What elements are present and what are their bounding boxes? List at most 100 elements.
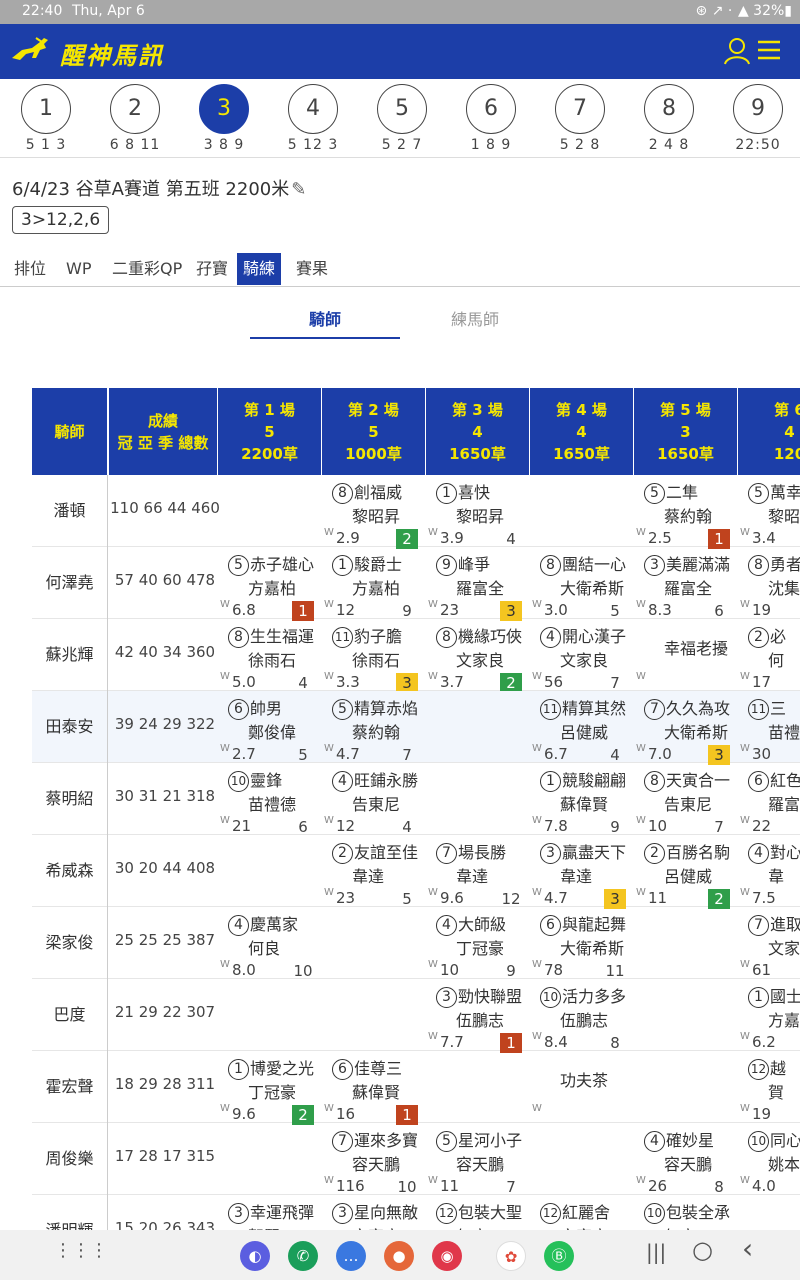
- ride-cell[interactable]: 1 競駿翩翩 蘇偉賢 W 7.8 9: [530, 765, 634, 836]
- ride-cell[interactable]: 12包裝大聖何良W: [426, 1197, 530, 1230]
- ride-cell[interactable]: 6 帥男 鄭俊偉 W 2.7 5: [218, 693, 322, 764]
- ride-cell[interactable]: 8 機緣巧俠 文家良 W 3.7 2: [426, 621, 530, 693]
- ride-cell[interactable]: 12紅麗舍文家良W: [530, 1197, 634, 1230]
- contacts-app-icon[interactable]: ●: [384, 1241, 414, 1271]
- race-number: 7: [555, 84, 605, 134]
- horse-logo-icon: [10, 36, 54, 73]
- ride-cell[interactable]: 10 靈鋒 苗禮德 W 21 6: [218, 765, 322, 836]
- whatsapp-app-icon[interactable]: Ⓑ: [544, 1241, 574, 1271]
- ride-cell[interactable]: 幸福老擾 W: [634, 621, 738, 691]
- ride-cell[interactable]: 8 生生福運 徐雨石 W 5.0 4: [218, 621, 322, 692]
- ride-cell[interactable]: 5 萬幸 黎昭 W 3.4: [738, 477, 800, 547]
- tab-0[interactable]: 排位: [8, 253, 52, 285]
- ride-cell[interactable]: 10包裝全承何良W: [634, 1197, 738, 1230]
- ride-cell[interactable]: 12 越賀 W 19: [738, 1053, 800, 1123]
- race-button-5[interactable]: 5 5 2 7: [360, 84, 444, 153]
- recents-button[interactable]: |||: [646, 1240, 666, 1264]
- messages-app-icon[interactable]: …: [336, 1241, 366, 1271]
- ride-cell[interactable]: 功夫茶 W: [530, 1053, 634, 1123]
- user-icon[interactable]: [724, 37, 750, 65]
- win-odds: 17: [752, 673, 772, 691]
- ride-cell[interactable]: 4 開心漢子 文家良 W 56 7: [530, 621, 634, 692]
- ride-cell[interactable]: 7 場長勝 韋達 W 9.6 12: [426, 837, 530, 908]
- ride-cell[interactable]: 3 贏盡天下 韋達 W 4.7 3: [530, 837, 634, 909]
- ride-cell[interactable]: 2 友誼至佳 韋達 W 23 5: [322, 837, 426, 908]
- ride-cell[interactable]: 1 國士 方嘉 W 6.2: [738, 981, 800, 1051]
- race-button-3[interactable]: 3 3 8 9: [182, 84, 266, 153]
- race-button-2[interactable]: 2 6 8 11: [93, 84, 177, 153]
- race-button-1[interactable]: 1 5 1 3: [4, 84, 88, 153]
- camera-app-icon[interactable]: ◉: [432, 1241, 462, 1271]
- back-button[interactable]: ‹: [742, 1232, 753, 1265]
- ride-cell[interactable]: 8 天寅合一 告東尼 W 10 7: [634, 765, 738, 836]
- ride-cell[interactable]: 1 駿爵士 方嘉柏 W 12 9: [322, 549, 426, 620]
- ride-cell[interactable]: 6 與龍起舞 大衛希斯 W 78 11: [530, 909, 634, 980]
- ride-cell[interactable]: 7 進取 文家 W 61: [738, 909, 800, 979]
- race-button-9[interactable]: 9 22:50: [716, 84, 800, 153]
- race-button-4[interactable]: 4 5 12 3: [271, 84, 355, 153]
- ride-cell[interactable]: 1 喜快 黎昭昇 W 3.9 4: [426, 477, 530, 548]
- horse-number: 11: [540, 699, 561, 720]
- race-number: 4: [288, 84, 338, 134]
- tab-4[interactable]: 騎練: [237, 253, 282, 285]
- ride-cell[interactable]: 2 必何 W 17: [738, 621, 800, 691]
- ride-cell[interactable]: 2 百勝名駒 呂健威 W 11 2: [634, 837, 738, 909]
- ride-cell[interactable]: 4 慶萬家 何良 W 8.0 10: [218, 909, 322, 980]
- ride-cell[interactable]: 8 勇者 沈集 W 19: [738, 549, 800, 619]
- ride-cell[interactable]: 3 勁快聯盟 伍鵬志 W 7.7 1: [426, 981, 530, 1053]
- win-odds: 19: [752, 601, 772, 619]
- ride-cell[interactable]: 4 確妙星 容天鵬 W 26 8: [634, 1125, 738, 1196]
- ride-cell[interactable]: 5 精算赤焰 蔡約翰 W 4.7 7: [322, 693, 426, 764]
- subtab-jockey[interactable]: 騎師: [250, 306, 400, 330]
- ride-cell[interactable]: 3星向無敵文家良W: [322, 1197, 426, 1230]
- win-odds-label: W: [428, 599, 438, 610]
- photos-app-icon[interactable]: ✿: [496, 1241, 526, 1271]
- ride-cell[interactable]: 4 大師級 丁冠豪 W 10 9: [426, 909, 530, 980]
- ride-cell[interactable]: 6 紅色 羅富 W 22: [738, 765, 800, 835]
- horse-entry: 1 博愛之光: [228, 1055, 314, 1080]
- tab-2[interactable]: 二重彩QP: [106, 253, 188, 285]
- race-button-7[interactable]: 7 5 2 8: [538, 84, 622, 153]
- home-button[interactable]: ○: [692, 1236, 713, 1264]
- race-button-6[interactable]: 6 1 8 9: [449, 84, 533, 153]
- ride-cell[interactable]: 11 豹子膽 徐雨石 W 3.3 3: [322, 621, 426, 693]
- tab-1[interactable]: WP: [60, 253, 97, 285]
- menu-icon[interactable]: [756, 38, 782, 62]
- ride-cell[interactable]: 4 對心韋 W 7.5: [738, 837, 800, 907]
- horse-name: 運來多寶: [354, 1131, 419, 1150]
- ride-cell[interactable]: 11 三苗禮 W 30: [738, 693, 800, 763]
- ride-jockey: 大衛希斯: [560, 939, 625, 958]
- ride-cell[interactable]: 10 同心 姚本 W 4.0: [738, 1125, 800, 1195]
- horse-entry: 11 三: [748, 695, 786, 720]
- ride-cell[interactable]: 3 美麗滿滿 羅富全 W 8.3 6: [634, 549, 738, 620]
- ride-cell[interactable]: 5 二隼 蔡約翰 W 2.5 1: [634, 477, 738, 549]
- ride-cell[interactable]: 9 峰爭 羅富全 W 23 3: [426, 549, 530, 621]
- ride-cell[interactable]: 8 創福威 黎昭昇 W 2.9 2: [322, 477, 426, 549]
- horse-name: 帥男: [250, 699, 283, 718]
- ride-cell[interactable]: 7 運來多寶 容天鵬 W 116 10: [322, 1125, 426, 1196]
- horse-name: 開心漢子: [562, 627, 627, 646]
- phone-app-icon[interactable]: ✆: [288, 1241, 318, 1271]
- tab-5[interactable]: 賽果: [290, 253, 334, 285]
- ride-cell[interactable]: 1 博愛之光 丁冠豪 W 9.6 2: [218, 1053, 322, 1125]
- ride-cell[interactable]: 8 團結一心 大衛希斯 W 3.0 5: [530, 549, 634, 620]
- browser-app-icon[interactable]: ◐: [240, 1241, 270, 1271]
- ride-cell[interactable]: 11 精算其然 呂健威 W 6.7 4: [530, 693, 634, 764]
- ride-cell[interactable]: 10 活力多多 伍鵬志 W 8.4 8: [530, 981, 634, 1052]
- subtab-trainer[interactable]: 練馬師: [400, 306, 550, 330]
- tab-3[interactable]: 孖寶: [190, 253, 234, 285]
- horse-number: 8: [436, 627, 457, 648]
- ride-cell[interactable]: 5 星河小子 容天鵬 W 11 7: [426, 1125, 530, 1196]
- win-odds-label: W: [740, 815, 750, 826]
- ride-cell[interactable]: 4 旺鋪永勝 告東尼 W 12 4: [322, 765, 426, 836]
- race-button-8[interactable]: 8 2 4 8: [627, 84, 711, 153]
- ride-cell[interactable]: 5 赤子雄心 方嘉柏 W 6.8 1: [218, 549, 322, 621]
- apps-grid-icon[interactable]: ⋮⋮⋮: [54, 1240, 108, 1261]
- win-odds-label: W: [532, 959, 542, 970]
- finish-position: 3: [708, 745, 730, 765]
- win-odds-label: W: [740, 743, 750, 754]
- ride-cell[interactable]: 3幸運飛彈賀賢W: [218, 1197, 322, 1230]
- ride-cell[interactable]: 7 久久為攻 大衛希斯 W 7.0 3: [634, 693, 738, 765]
- ride-cell[interactable]: 6 佳尊三 蘇偉賢 W 16 1: [322, 1053, 426, 1125]
- pencil-icon[interactable]: ✎: [291, 179, 306, 200]
